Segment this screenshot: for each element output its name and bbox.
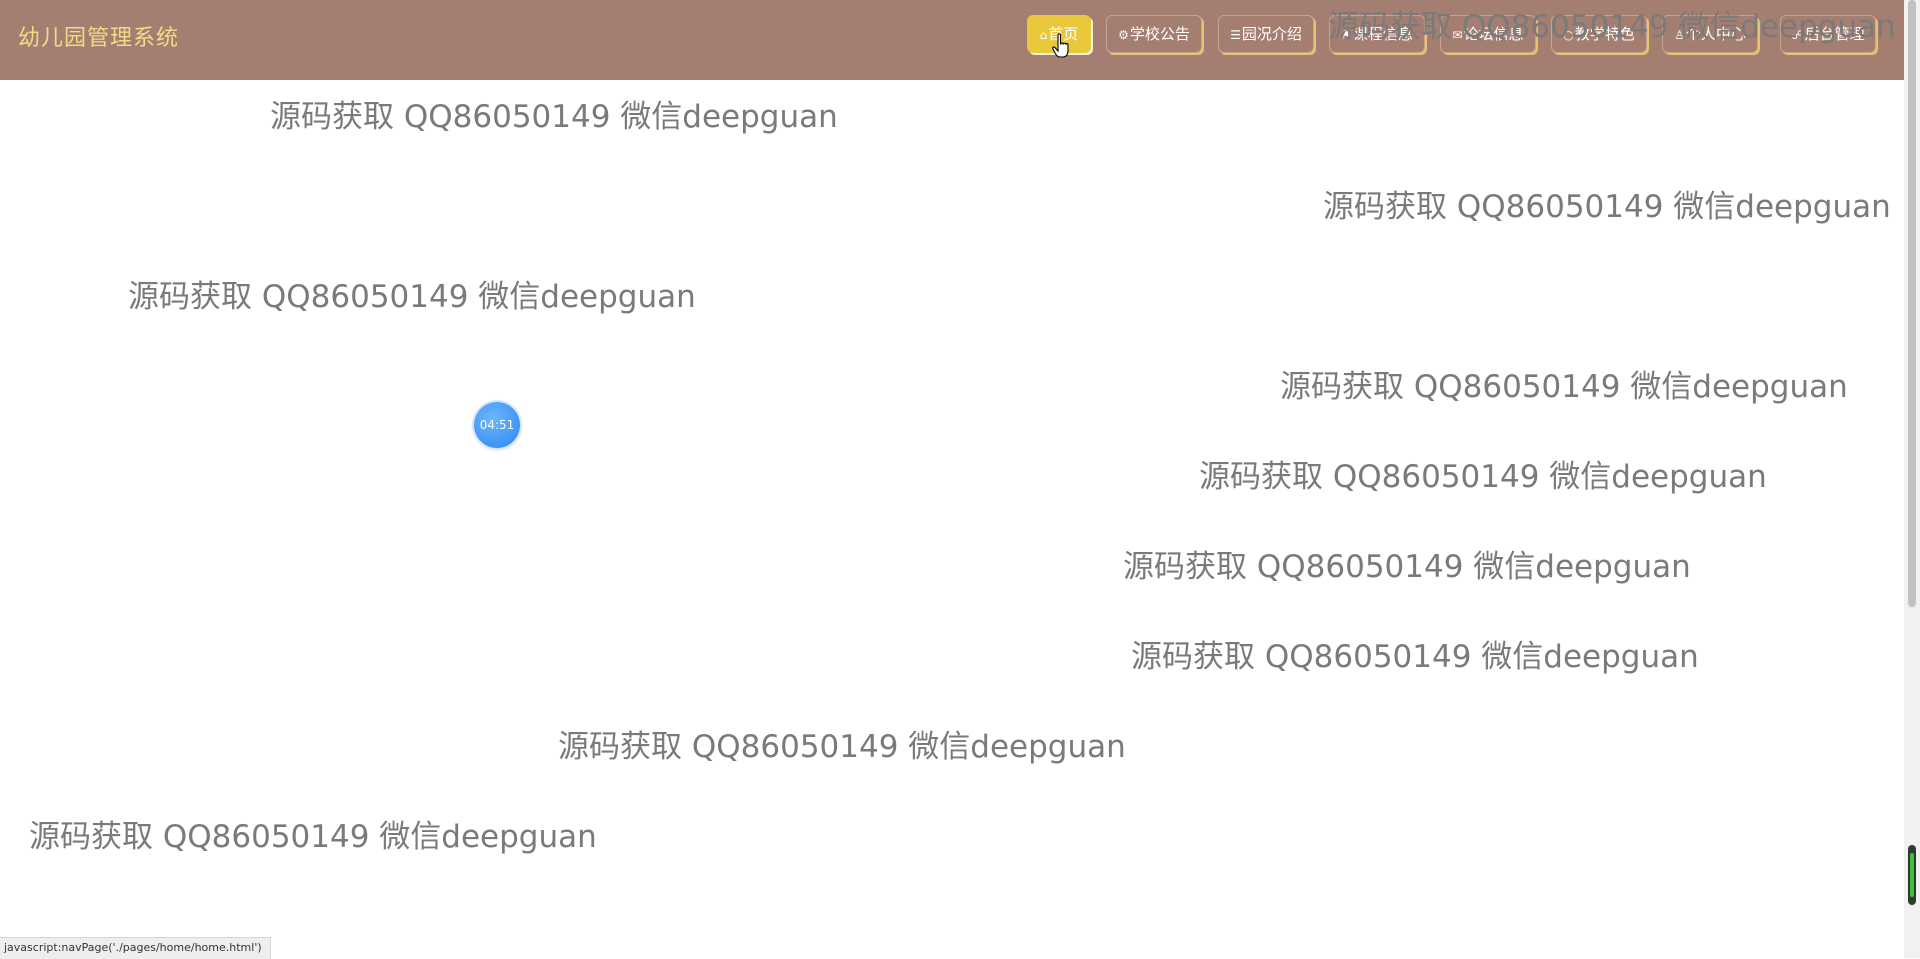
watermark-text: 源码获取 QQ86050149 微信deepguan bbox=[1123, 549, 1691, 585]
watermark-text: 源码获取 QQ86050149 微信deepguan bbox=[270, 99, 838, 135]
scroll-indicator-widget[interactable] bbox=[1908, 845, 1916, 905]
hand-cursor-icon bbox=[1052, 33, 1069, 58]
watermark-text: 源码获取 QQ86050149 微信deepguan bbox=[128, 279, 696, 315]
watermark-text: 源码获取 QQ86050149 微信deepguan bbox=[1280, 369, 1848, 405]
watermark-text: 源码获取 QQ86050149 微信deepguan bbox=[1199, 459, 1767, 495]
home-icon: ⌂ bbox=[1039, 28, 1048, 42]
countdown-timer-badge[interactable]: 04:51 bbox=[474, 402, 520, 448]
scrollbar-thumb[interactable] bbox=[1908, 0, 1916, 607]
watermark-text: 源码获取 QQ86050149 微信deepguan bbox=[1131, 639, 1699, 675]
nav-school-intro-label: 园况介绍 bbox=[1241, 25, 1302, 43]
watermark-text: 源码获取 QQ86050149 微信deepguan bbox=[1323, 189, 1891, 225]
layers-icon: ☰ bbox=[1230, 28, 1241, 42]
nav-announcements-label: 学校公告 bbox=[1129, 25, 1190, 43]
vertical-scrollbar[interactable] bbox=[1904, 0, 1920, 958]
browser-status-bar: javascript:navPage('./pages/home/home.ht… bbox=[0, 937, 271, 959]
nav-announcements-button[interactable]: ⚙学校公告 bbox=[1106, 15, 1202, 53]
app-title[interactable]: 幼儿园管理系统 bbox=[18, 20, 179, 52]
nav-school-intro-button[interactable]: ☰园况介绍 bbox=[1218, 15, 1314, 53]
watermark-text: 源码获取 QQ86050149 微信deepguan bbox=[558, 729, 1126, 765]
watermark-text: 源码获取 QQ86050149 微信deepguan bbox=[1328, 9, 1896, 45]
gear-icon: ⚙ bbox=[1118, 28, 1129, 42]
watermark-text: 源码获取 QQ86050149 微信deepguan bbox=[29, 819, 597, 855]
